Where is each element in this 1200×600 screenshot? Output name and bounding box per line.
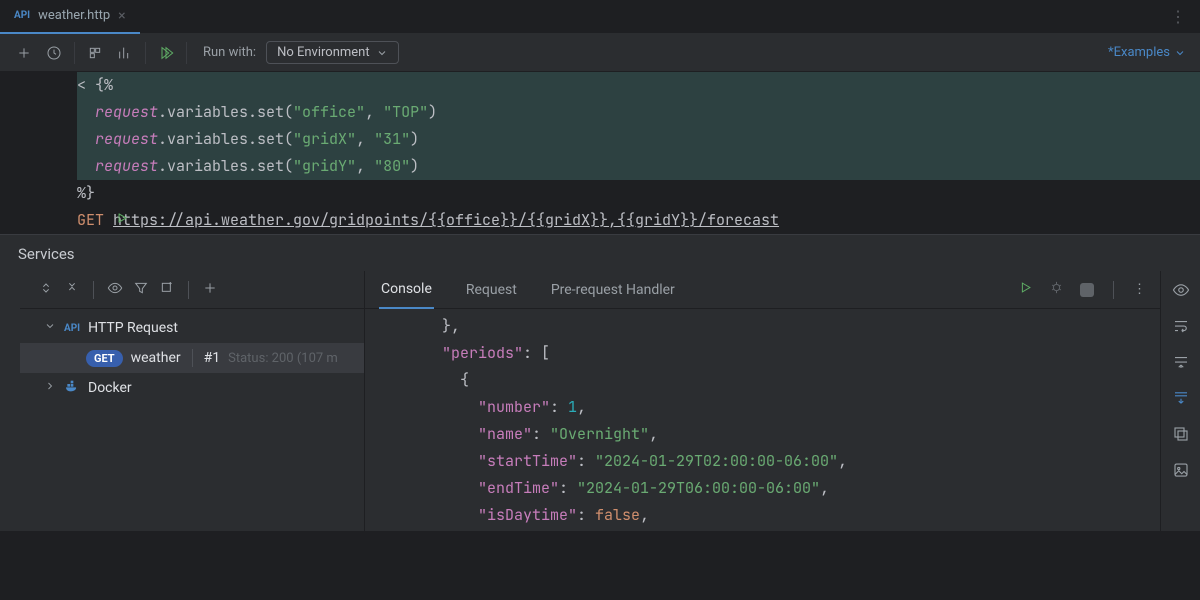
- status-text: Status: 200 (107 m: [228, 351, 338, 366]
- gutter-run-icon[interactable]: [115, 207, 129, 234]
- services-header[interactable]: Services: [0, 234, 1200, 271]
- tree-item-request[interactable]: GET weather #1 Status: 200 (107 m: [20, 343, 364, 373]
- run-icon[interactable]: [1018, 280, 1033, 299]
- file-name: weather.http: [38, 8, 110, 23]
- add-icon[interactable]: [202, 280, 218, 300]
- run-all-icon[interactable]: [156, 43, 176, 63]
- chevron-right-icon: [44, 380, 56, 396]
- scroll-icon[interactable]: [1172, 353, 1190, 375]
- add-icon[interactable]: [14, 43, 34, 63]
- services-toolbar: [20, 271, 364, 309]
- new-icon[interactable]: [159, 280, 175, 300]
- eye-icon[interactable]: [1172, 281, 1190, 303]
- editor-toolbar: Run with: No Environment *Examples: [0, 34, 1200, 72]
- api-badge: API: [14, 10, 30, 21]
- chevron-down-icon: [376, 47, 388, 59]
- tree-item-http-request[interactable]: API HTTP Request: [20, 313, 364, 343]
- wrap-icon[interactable]: [1172, 317, 1190, 339]
- structure-icon[interactable]: [85, 43, 105, 63]
- debug-icon[interactable]: [1049, 280, 1064, 299]
- environment-value: No Environment: [277, 45, 370, 60]
- tab-prerequest[interactable]: Pre-request Handler: [549, 272, 677, 308]
- image-icon[interactable]: [1172, 461, 1190, 483]
- close-icon[interactable]: ×: [118, 8, 125, 24]
- filter-icon[interactable]: [133, 280, 149, 300]
- scroll-bottom-icon[interactable]: [1172, 389, 1190, 411]
- docker-icon: [64, 378, 80, 398]
- method-pill: GET: [86, 350, 123, 367]
- eye-icon[interactable]: [107, 280, 123, 300]
- chevron-down-icon: [44, 320, 56, 336]
- runwith-label: Run with:: [203, 45, 256, 60]
- expand-icon[interactable]: [38, 280, 54, 300]
- chevron-down-icon: [1174, 47, 1186, 59]
- environment-select[interactable]: No Environment: [266, 41, 399, 64]
- history-icon[interactable]: [44, 43, 64, 63]
- copy-icon[interactable]: [1172, 425, 1190, 447]
- file-tab[interactable]: API weather.http ×: [0, 0, 140, 34]
- response-body[interactable]: }, "periods": [ { "number": 1, "name": "…: [365, 309, 1160, 531]
- more-icon[interactable]: ⋮: [1156, 7, 1200, 26]
- code-editor[interactable]: < {% request.variables.set("office", "TO…: [0, 72, 1200, 234]
- response-tabs: Console Request Pre-request Handler ⋮: [365, 271, 1160, 309]
- response-rail: [1160, 271, 1200, 531]
- graph-icon[interactable]: [115, 43, 135, 63]
- tree-item-docker[interactable]: Docker: [20, 373, 364, 403]
- tab-console[interactable]: Console: [379, 271, 434, 309]
- collapse-icon[interactable]: [64, 280, 80, 300]
- more-icon[interactable]: ⋮: [1133, 282, 1146, 297]
- examples-link[interactable]: *Examples: [1108, 45, 1186, 60]
- stop-icon[interactable]: [1080, 283, 1094, 297]
- tab-request[interactable]: Request: [464, 272, 519, 308]
